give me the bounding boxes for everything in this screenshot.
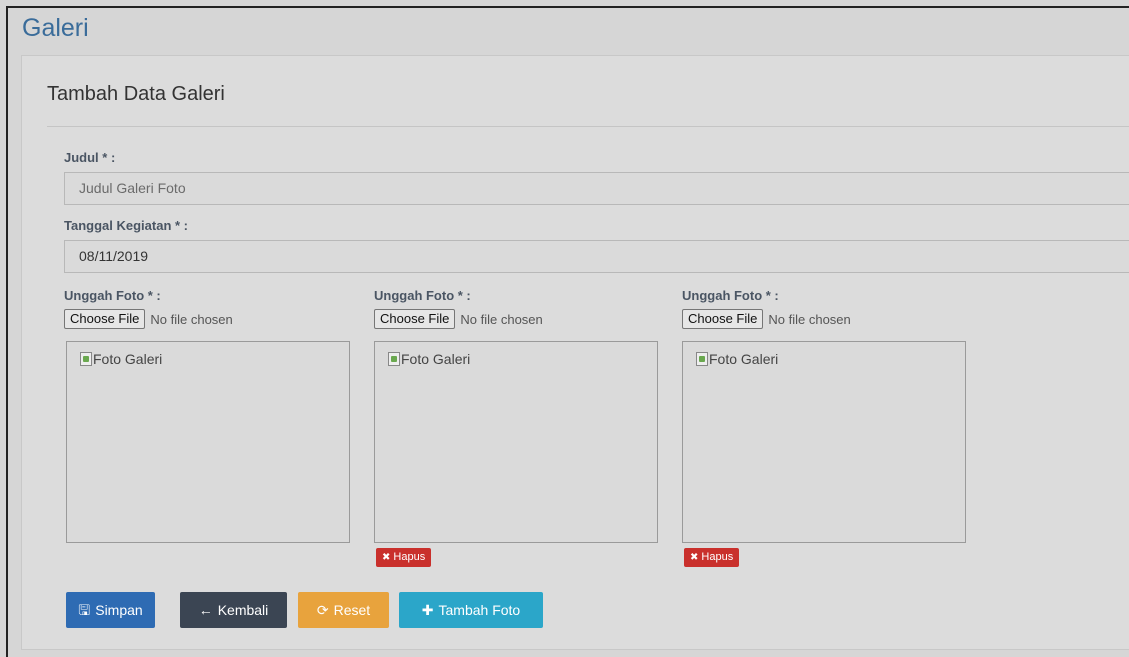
form-panel: Tambah Data Galeri Judul * : Judul Galer… bbox=[21, 55, 1129, 650]
photo-preview-1: Foto Galeri bbox=[66, 341, 350, 543]
tanggal-label: Tanggal Kegiatan * : bbox=[64, 218, 188, 233]
hapus-label-3: Hapus bbox=[701, 551, 734, 563]
times-icon: ✖ bbox=[690, 552, 699, 563]
broken-image-icon bbox=[388, 352, 400, 366]
file-status-1: No file chosen bbox=[150, 311, 233, 327]
upload-label-2: Unggah Foto * : bbox=[374, 288, 471, 303]
refresh-icon: ⟳ bbox=[316, 602, 329, 618]
reset-label: Reset bbox=[333, 602, 371, 618]
upload-label-1: Unggah Foto * : bbox=[64, 288, 161, 303]
broken-image-icon bbox=[696, 352, 708, 366]
choose-file-button-2[interactable]: Choose File bbox=[374, 309, 456, 329]
hapus-button-3[interactable]: ✖ Hapus bbox=[684, 548, 740, 567]
file-status-2: No file chosen bbox=[460, 311, 543, 327]
broken-image-3: Foto Galeri bbox=[696, 351, 778, 367]
simpan-button[interactable]: 🖫 Simpan bbox=[66, 592, 155, 628]
times-icon: ✖ bbox=[382, 552, 391, 563]
kembali-button[interactable]: ← Kembali bbox=[180, 592, 287, 628]
arrow-left-icon: ← bbox=[198, 602, 213, 618]
tanggal-input[interactable]: 08/11/2019 bbox=[64, 240, 1129, 273]
image-alt-1: Foto Galeri bbox=[93, 351, 163, 367]
panel-title: Tambah Data Galeri bbox=[47, 83, 225, 105]
page-title: Galeri bbox=[22, 14, 89, 42]
plus-icon: ✚ bbox=[421, 602, 434, 618]
judul-input[interactable]: Judul Galeri Foto bbox=[64, 172, 1129, 205]
kembali-label: Kembali bbox=[217, 602, 269, 618]
file-input-1[interactable]: Choose File No file chosen bbox=[64, 309, 233, 329]
tambah-foto-button[interactable]: ✚ Tambah Foto bbox=[399, 592, 543, 628]
broken-image-2: Foto Galeri bbox=[388, 351, 470, 367]
reset-button[interactable]: ⟳ Reset bbox=[298, 592, 389, 628]
hapus-label-2: Hapus bbox=[393, 551, 426, 563]
file-status-3: No file chosen bbox=[768, 311, 851, 327]
judul-label: Judul * : bbox=[64, 150, 116, 165]
broken-image-icon bbox=[80, 352, 92, 366]
image-alt-3: Foto Galeri bbox=[709, 351, 779, 367]
file-input-3[interactable]: Choose File No file chosen bbox=[682, 309, 851, 329]
hapus-button-2[interactable]: ✖ Hapus bbox=[376, 548, 432, 567]
window-frame: Galeri Tambah Data Galeri Judul * : Judu… bbox=[6, 6, 1129, 657]
floppy-icon: 🖫 bbox=[78, 602, 91, 618]
choose-file-button-1[interactable]: Choose File bbox=[64, 309, 146, 329]
file-input-2[interactable]: Choose File No file chosen bbox=[374, 309, 543, 329]
image-alt-2: Foto Galeri bbox=[401, 351, 471, 367]
broken-image-1: Foto Galeri bbox=[80, 351, 162, 367]
tambah-foto-label: Tambah Foto bbox=[438, 602, 521, 618]
choose-file-button-3[interactable]: Choose File bbox=[682, 309, 764, 329]
simpan-label: Simpan bbox=[95, 602, 143, 618]
photo-preview-3: Foto Galeri bbox=[682, 341, 966, 543]
divider bbox=[47, 126, 1129, 127]
photo-preview-2: Foto Galeri bbox=[374, 341, 658, 543]
upload-label-3: Unggah Foto * : bbox=[682, 288, 779, 303]
